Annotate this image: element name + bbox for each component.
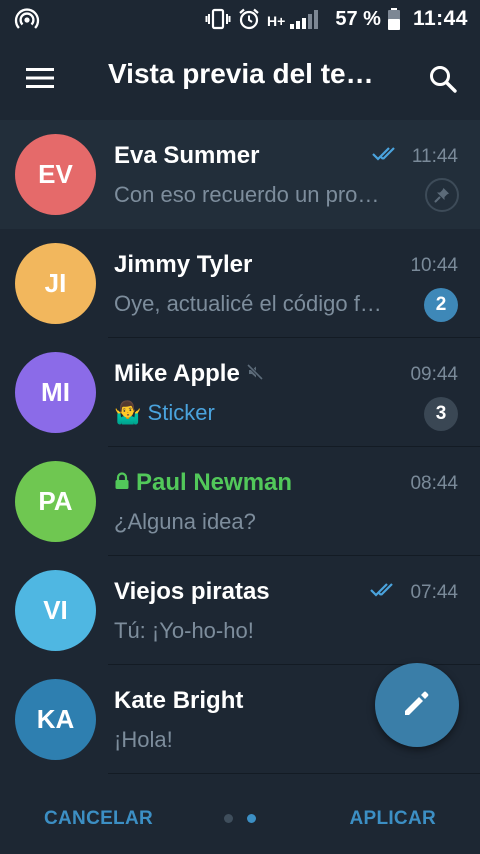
chat-time-text: 10:44: [410, 255, 458, 276]
chat-name-text: Eva Summer: [114, 142, 260, 169]
menu-icon[interactable]: [26, 66, 56, 90]
chat-message: Con eso recuerdo un pro…: [114, 182, 380, 207]
compose-button[interactable]: [375, 663, 459, 747]
chat-name-text: Jimmy Tyler: [114, 251, 253, 278]
avatar: EV: [15, 134, 96, 215]
avatar-initials: PA: [38, 486, 73, 516]
avatar-initials: MI: [41, 377, 70, 407]
lock-icon: [114, 469, 130, 497]
avatar-initials: VI: [43, 595, 68, 625]
chat-time-text: 09:44: [410, 364, 458, 385]
chat-row-jimmy-tyler[interactable]: JI Jimmy Tyler 10:44 Oye, actualicé el c…: [0, 229, 480, 338]
chat-time: 10:44: [410, 255, 458, 277]
chat-name-text: Kate Bright: [114, 687, 244, 714]
pin-icon: [425, 178, 459, 212]
chat-time-text: 11:44: [411, 146, 458, 167]
divider: [108, 773, 480, 774]
chat-message: Oye, actualicé el código f…: [114, 291, 382, 316]
chat-name: Mike Apple: [114, 360, 264, 388]
pencil-icon: [401, 687, 433, 724]
avatar: PA: [15, 461, 96, 542]
chat-time-text: 08:44: [410, 473, 458, 494]
chat-time: 11:44: [372, 146, 458, 168]
chat-name: Kate Bright: [114, 687, 243, 715]
chat-name-text: Viejos piratas: [114, 578, 270, 605]
page-indicator: [224, 814, 256, 823]
chat-row-viejos-piratas[interactable]: VI Viejos piratas 07:44 Tú: ¡Yo-ho-ho!: [0, 556, 480, 665]
bottom-bar: CANCELAR APLICAR: [0, 780, 480, 854]
chat-name: Eva Summer: [114, 142, 259, 170]
unread-badge: 3: [424, 397, 458, 431]
chat-name: Viejos piratas: [114, 578, 270, 606]
chat-message-text: Sticker: [147, 400, 215, 425]
vibrate-icon: [205, 7, 231, 31]
avatar-initials: EV: [38, 159, 73, 189]
chat-name: Paul Newman: [114, 469, 292, 497]
avatar-initials: KA: [36, 704, 75, 734]
chat-row-eva-summer[interactable]: EV Eva Summer 11:44 Con eso recuerdo un …: [0, 120, 480, 229]
page-dot: [224, 814, 233, 823]
double-check-icon: [370, 582, 400, 604]
status-bar: H+ 57 % 11:44: [0, 0, 480, 38]
chat-time-text: 07:44: [410, 582, 458, 603]
avatar: MI: [15, 352, 96, 433]
chat-name-text: Paul Newman: [136, 469, 293, 496]
page-title: Vista previa del te…: [108, 58, 374, 89]
signal-icon: [289, 8, 323, 30]
chat-time: 07:44: [370, 582, 458, 604]
avatar-initials: JI: [44, 268, 67, 298]
chat-message: ¡Hola!: [114, 727, 173, 752]
avatar: JI: [15, 243, 96, 324]
status-icons: H+ 57 % 11:44: [205, 0, 468, 38]
theme-preview-screen: H+ 57 % 11:44 Vista previa del te… EV Ev…: [0, 0, 480, 854]
avatar: VI: [15, 570, 96, 651]
chat-message: Tú: ¡Yo-ho-ho!: [114, 618, 254, 643]
chat-row-mike-apple[interactable]: MI Mike Apple 09:44 🤷‍♂️ Sticker: [0, 338, 480, 447]
hotspot-icon: [14, 7, 40, 31]
chat-time: 09:44: [410, 364, 458, 386]
apply-button[interactable]: APLICAR: [349, 808, 436, 830]
battery-percent: 57 %: [335, 7, 381, 30]
cancel-button[interactable]: CANCELAR: [44, 808, 153, 830]
page-dot-active: [247, 814, 256, 823]
unread-badge: 2: [424, 288, 458, 322]
chat-name-text: Mike Apple: [114, 360, 240, 387]
chat-name: Jimmy Tyler: [114, 251, 252, 279]
chat-row-paul-newman[interactable]: PA Paul Newman 08:44 ¿Alguna idea?: [0, 447, 480, 556]
muted-icon: [246, 360, 264, 388]
network-type: H+: [267, 13, 286, 29]
chat-time: 08:44: [410, 473, 458, 495]
search-icon[interactable]: [428, 64, 458, 94]
avatar: KA: [15, 679, 96, 760]
double-check-icon: [372, 146, 402, 168]
chat-message: ¿Alguna idea?: [114, 509, 256, 534]
status-time: 11:44: [412, 7, 468, 30]
sticker-emoji: 🤷‍♂️: [114, 400, 142, 425]
alarm-icon: [237, 7, 261, 31]
chat-message: 🤷‍♂️ Sticker: [114, 400, 404, 426]
toolbar: Vista previa del te…: [0, 38, 480, 118]
battery-icon: [387, 7, 401, 31]
